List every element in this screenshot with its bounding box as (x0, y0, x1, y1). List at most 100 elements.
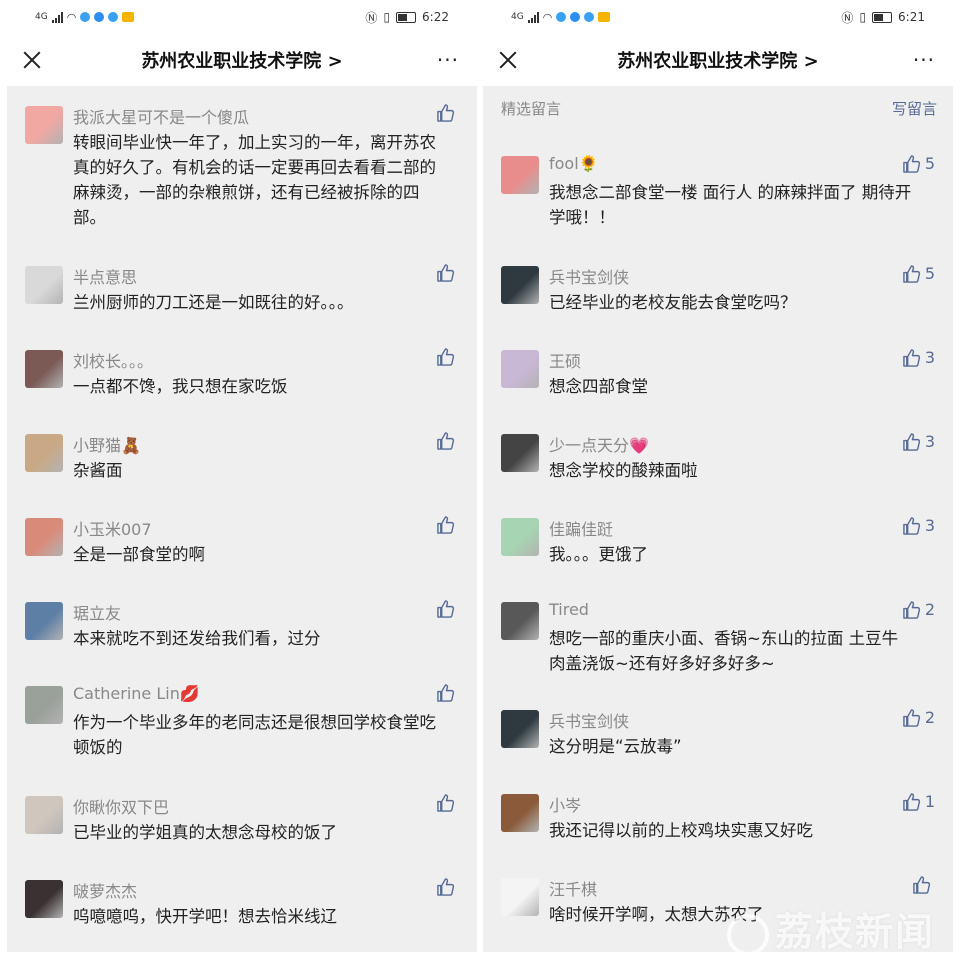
carrier-label: 4G (35, 12, 48, 22)
avatar[interactable] (25, 686, 63, 724)
avatar[interactable] (501, 710, 539, 748)
app-notification-icon (570, 12, 581, 22)
like-count: 3 (924, 432, 935, 451)
like-icon (903, 792, 920, 811)
avatar[interactable] (501, 878, 539, 916)
commenter-name: 小玉米007 (73, 520, 152, 539)
comment-item: 兵书宝剑侠 这分明是“云放毒” 2 (483, 708, 953, 790)
avatar[interactable] (25, 350, 63, 388)
page-title: 苏州农业职业技术学院 > (483, 47, 953, 73)
comment-item: 半点意思 兰州厨师的刀工还是一如既往的好。。。 (7, 264, 477, 346)
close-icon[interactable] (497, 49, 519, 71)
commenter-name: fool🌻 (549, 154, 599, 173)
comment-item: Tired 想吃一部的重庆小面、香锅~东山的拉面 土豆牛肉盖浇饭~还有好多好多好多… (483, 600, 953, 682)
more-icon[interactable]: ··· (913, 48, 935, 72)
like-button[interactable] (436, 264, 459, 282)
comment-text: 已经毕业的老校友能去食堂吃吗？ (549, 293, 797, 312)
app-notification-icon (108, 12, 119, 22)
comment-item: Catherine Lin💋 作为一个毕业多年的老同志还是很想回学校食堂吃顿饭的 (7, 684, 477, 766)
commenter-name: 刘校长。。。 (73, 352, 154, 371)
comment-item: 我派大星可不是一个傻瓜转眼间毕业快一年了，加上实习的一年，离开苏农真的好久了。有… (7, 104, 477, 227)
commenter-name: Tired (549, 600, 589, 619)
more-icon[interactable]: ··· (437, 48, 459, 72)
comment-item: 佳蹁佳跹 我。。。更饿了 3 (483, 516, 953, 598)
like-button[interactable]: 2 (902, 600, 935, 619)
like-icon (437, 104, 455, 122)
like-button[interactable] (436, 516, 459, 534)
comment-item: 少一点天分💗 想念学校的酸辣面啦 3 (483, 432, 953, 514)
avatar[interactable] (25, 518, 63, 556)
avatar[interactable] (25, 106, 63, 144)
like-count: 5 (924, 154, 935, 173)
avatar[interactable] (25, 796, 63, 834)
like-button[interactable]: 2 (902, 708, 935, 727)
like-button[interactable] (436, 878, 459, 896)
page-title: 苏州农业职业技术学院 > (7, 47, 477, 73)
nav-bar: 苏州农业职业技术学院 > ··· (7, 34, 477, 86)
like-count: 2 (924, 600, 935, 619)
avatar[interactable] (25, 880, 63, 918)
like-icon (903, 432, 920, 451)
avatar[interactable] (501, 156, 539, 194)
like-button[interactable]: 5 (902, 154, 935, 173)
comment-text: 想念四部食堂 (549, 377, 648, 396)
avatar[interactable] (501, 434, 539, 472)
avatar[interactable] (25, 602, 63, 640)
like-button[interactable]: 5 (902, 264, 935, 283)
commenter-name: Catherine Lin💋 (73, 684, 200, 703)
app-notification-icon (80, 12, 91, 22)
watermark-logo-icon (726, 913, 769, 956)
comment-item: 小玉米007 全是一部食堂的啊 (7, 516, 477, 598)
close-icon[interactable] (21, 49, 43, 71)
commenter-name: 少一点天分💗 (549, 436, 649, 455)
comment-item: 你瞅你双下巴 已毕业的学姐真的太想念母校的饭了 (7, 794, 477, 876)
like-button[interactable]: 1 (902, 792, 935, 811)
comment-text: 我想念二部食堂一楼 面行人 的麻辣拌面了 期待开学哦！！ (549, 183, 912, 227)
comment-item: fool🌻 我想念二部食堂一楼 面行人 的麻辣拌面了 期待开学哦！！ 5 (483, 154, 953, 236)
commenter-name: 小野猫🧸 (73, 436, 141, 455)
avatar[interactable] (501, 518, 539, 556)
avatar[interactable] (25, 266, 63, 304)
mail-icon (598, 12, 611, 22)
avatar[interactable] (501, 602, 539, 640)
carrier-label: 4G (511, 12, 524, 22)
comment-text: 本来就吃不到还发给我们看，过分 (73, 629, 321, 648)
avatar[interactable] (25, 434, 63, 472)
like-button[interactable] (436, 684, 459, 702)
comment-text: 呜噫噫呜，快开学吧！想去恰米线辽 (73, 907, 337, 926)
mail-icon (122, 12, 135, 22)
like-button[interactable] (436, 348, 459, 366)
avatar[interactable] (501, 794, 539, 832)
clock: 6:21 (898, 10, 925, 24)
write-comment-link[interactable]: 写留言 (892, 98, 937, 119)
battery-icon (872, 11, 893, 23)
avatar[interactable] (501, 350, 539, 388)
nfc-icon: Ⓝ (841, 10, 854, 25)
like-button[interactable]: 3 (902, 432, 935, 451)
clock: 6:22 (422, 10, 449, 24)
commenter-name: 我派大星可不是一个傻瓜 (73, 108, 250, 127)
comment-text: 我还记得以前的上校鸡块实惠又好吃 (549, 821, 813, 840)
like-button[interactable] (436, 794, 459, 812)
app-notification-icon (584, 12, 595, 22)
like-icon (903, 154, 920, 173)
like-button[interactable] (436, 600, 459, 618)
account-name-link[interactable]: 苏州农业职业技术学院 > (617, 51, 818, 72)
like-button[interactable]: 3 (902, 348, 935, 367)
like-icon (903, 516, 920, 535)
commenter-name: 啵萝杰杰 (73, 882, 138, 901)
signal-icon (527, 11, 539, 23)
comment-text: 转眼间毕业快一年了，加上实习的一年，离开苏农真的好久了。有机会的话一定要再回去看… (73, 133, 436, 227)
like-icon (437, 684, 455, 702)
like-button[interactable]: 3 (902, 516, 935, 535)
comment-item: 王硕 想念四部食堂 3 (483, 348, 953, 430)
comment-item: 小岑 我还记得以前的上校鸡块实惠又好吃 1 (483, 792, 953, 874)
account-name-link[interactable]: 苏州农业职业技术学院 > (141, 51, 342, 72)
like-button[interactable] (912, 876, 935, 894)
like-button[interactable] (436, 432, 459, 450)
comment-item: 琚立友 本来就吃不到还发给我们看，过分 (7, 600, 477, 682)
comment-text: 作为一个毕业多年的老同志还是很想回学校食堂吃顿饭的 (73, 713, 436, 757)
avatar[interactable] (501, 266, 539, 304)
like-icon (903, 348, 920, 367)
like-button[interactable] (436, 104, 459, 122)
